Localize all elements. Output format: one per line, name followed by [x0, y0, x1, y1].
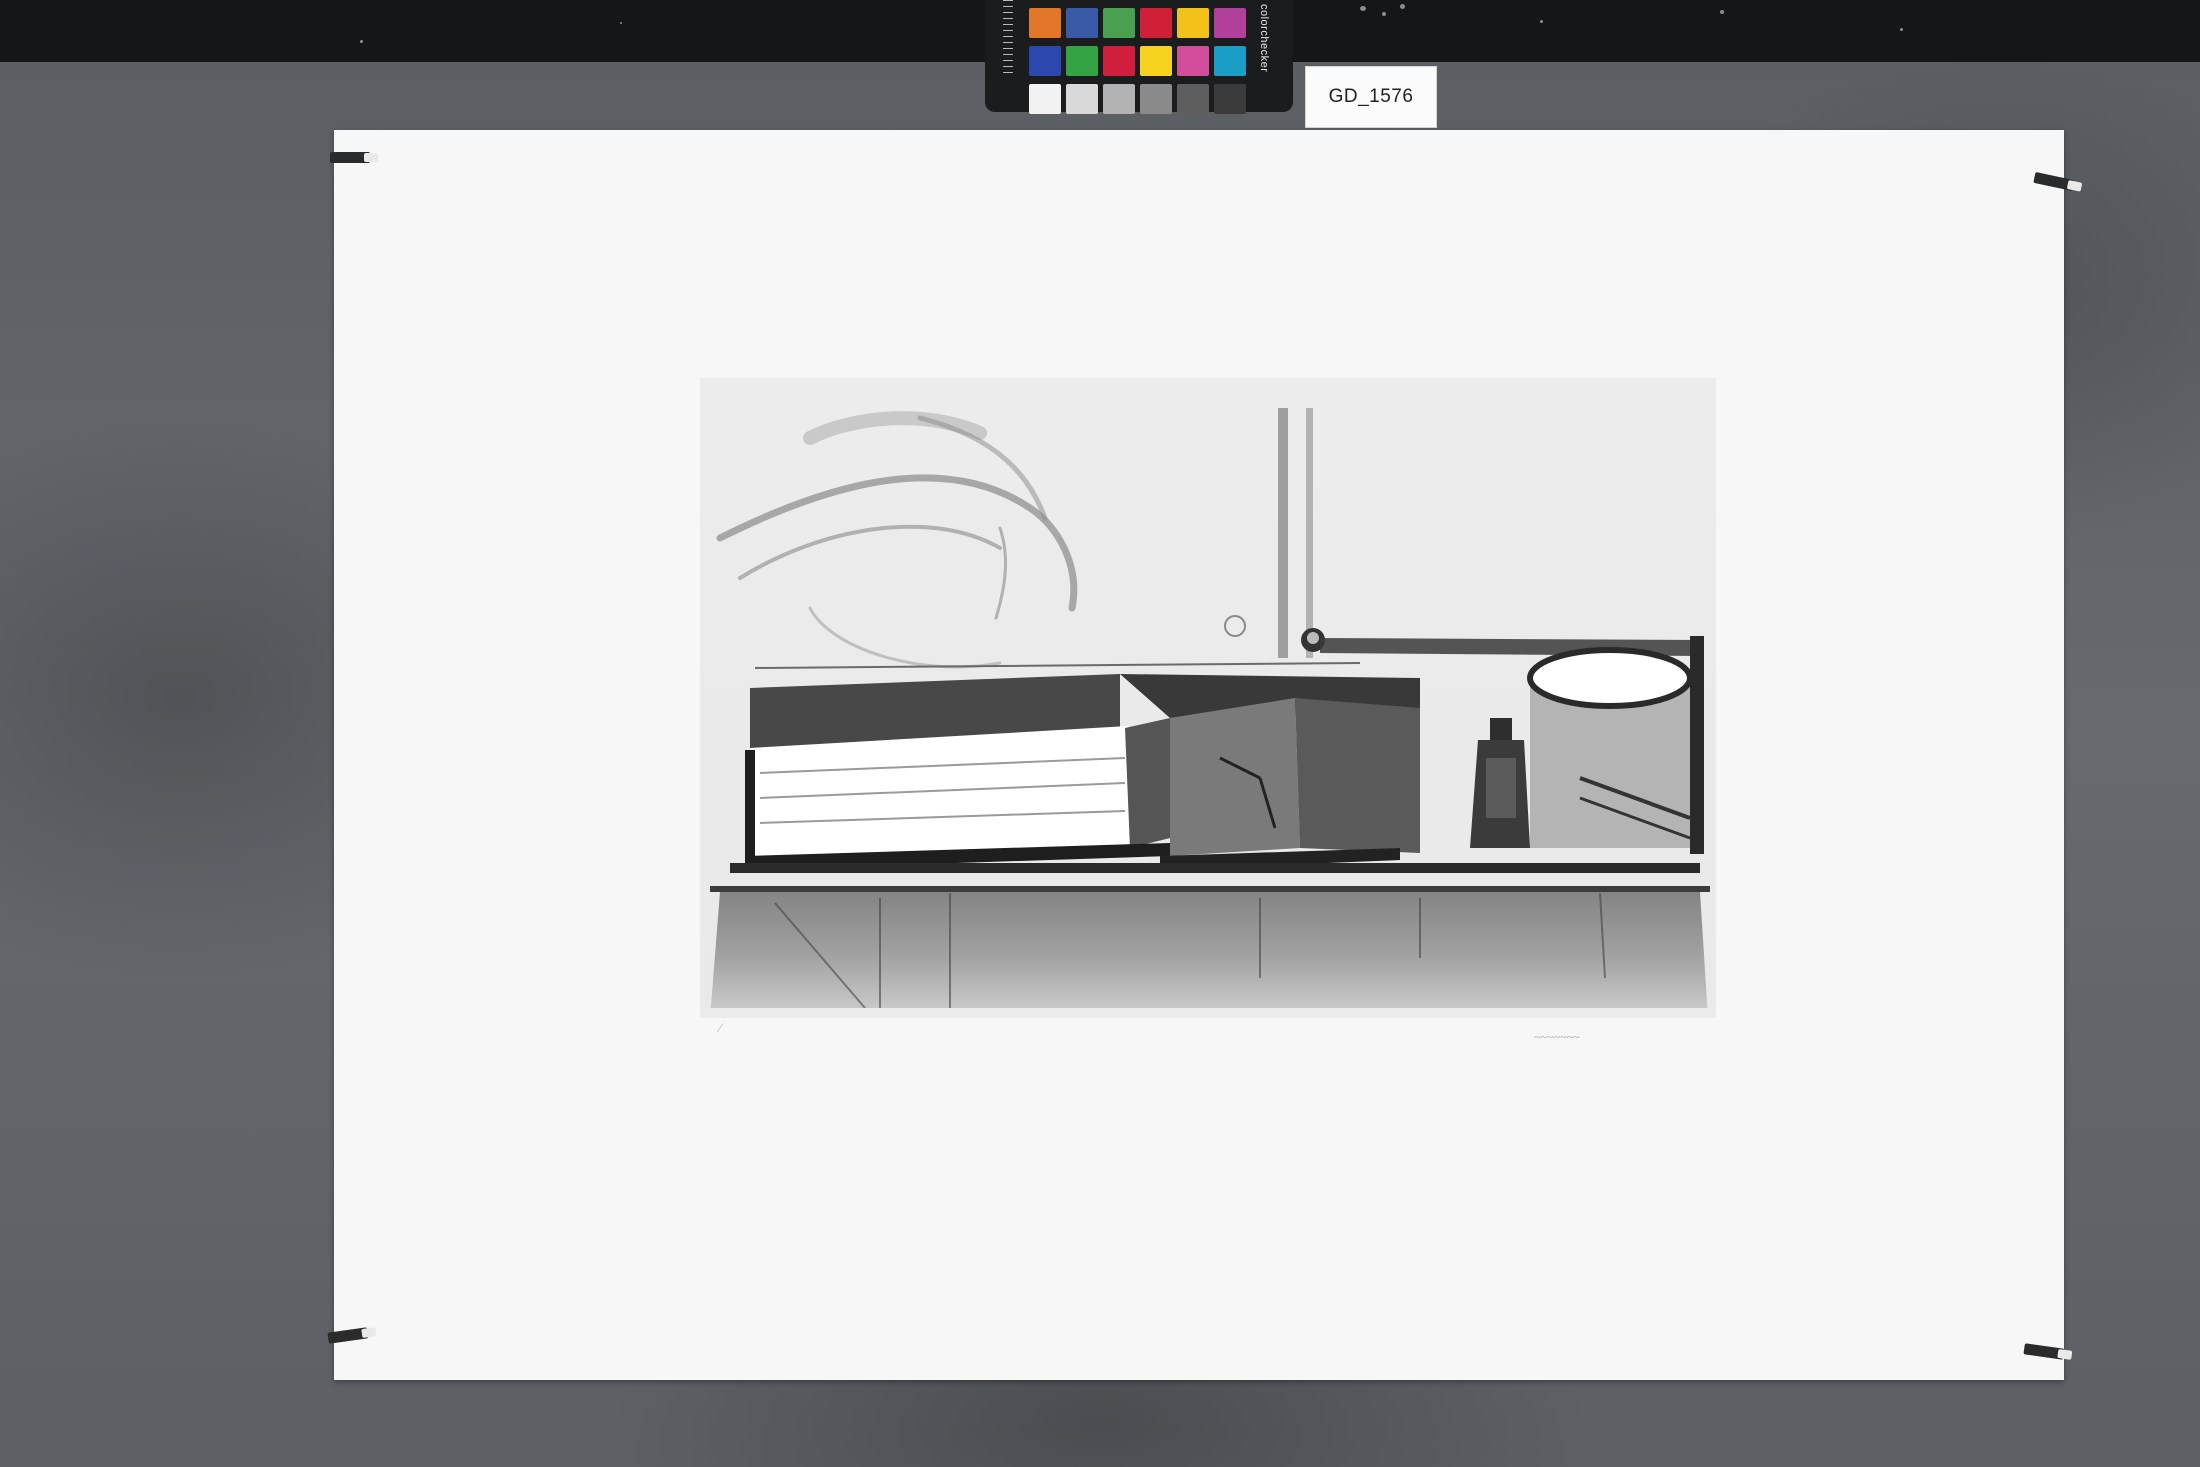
- still-life-drawing: [700, 408, 1716, 1018]
- vertical-post: [1224, 408, 1325, 658]
- book: [745, 674, 1170, 870]
- specimen-id-tag: GD_1576: [1305, 66, 1437, 128]
- color-swatch: [1029, 8, 1061, 38]
- color-checker-card: colorchecker: [985, 0, 1293, 114]
- color-swatch: [1177, 46, 1209, 76]
- color-swatch: [1066, 46, 1098, 76]
- color-swatch: [1177, 8, 1209, 38]
- color-swatch: [1066, 8, 1098, 38]
- table-edge: [730, 863, 1700, 873]
- cylinder-pot: [1527, 636, 1704, 854]
- mounting-clip-bottom-right: [2023, 1343, 2065, 1360]
- signature-scribble: ~~~~~~~: [1534, 1030, 1580, 1044]
- paper-sheet: ∕ ~~~~~~~: [327, 130, 2075, 1380]
- color-swatch: [1103, 46, 1135, 76]
- color-swatch: [1066, 84, 1098, 114]
- lithograph-image: [700, 378, 1716, 1018]
- color-swatch: [1140, 8, 1172, 38]
- color-swatch: [1140, 46, 1172, 76]
- color-swatch: [1140, 84, 1172, 114]
- color-swatch: [1103, 8, 1135, 38]
- table-line: [710, 886, 1710, 892]
- horizon-line: [754, 662, 1361, 669]
- color-swatch: [1177, 84, 1209, 114]
- color-swatch: [1103, 84, 1135, 114]
- color-swatch: [1029, 46, 1061, 76]
- color-swatch: [1214, 84, 1246, 114]
- color-swatch-grid: [1029, 8, 1246, 114]
- color-swatch: [1029, 84, 1061, 114]
- mounting-clip-bottom-left: [327, 1327, 369, 1344]
- mounting-clip-top-left: [330, 152, 378, 163]
- curved-shape-strokes: [716, 411, 1078, 669]
- table-front: [710, 892, 1708, 1018]
- specimen-id-label: GD_1576: [1328, 86, 1414, 107]
- bottle: [1470, 718, 1530, 848]
- checker-brand-label: colorchecker: [1258, 4, 1270, 73]
- checker-ruler: [1003, 0, 1013, 76]
- edition-mark: ∕: [719, 1020, 722, 1035]
